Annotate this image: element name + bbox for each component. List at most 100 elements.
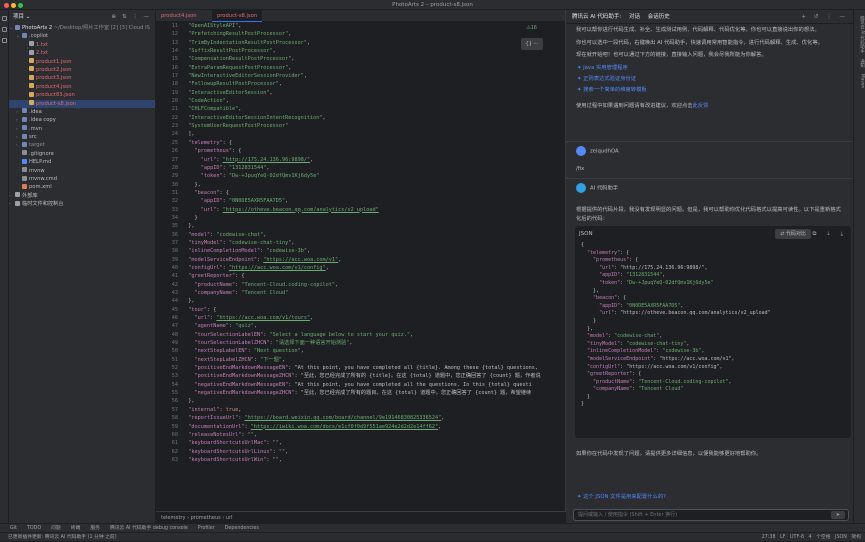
tree-item[interactable]: mvnw.cmd — [9, 175, 155, 183]
tree-item[interactable]: › .idea copy — [9, 116, 155, 124]
code-line[interactable]: "productName": "Tencent-Cloud.coding-cop… — [182, 281, 562, 289]
code-line[interactable]: "companyName": "Tencent Cloud" — [182, 289, 562, 297]
assistant-tab-chat[interactable]: 对话 — [629, 14, 640, 20]
code-line[interactable]: "PrefetchingResultPostProcessor", — [182, 30, 562, 38]
code-line[interactable]: "CompensationResultPostProcessor", — [182, 55, 562, 63]
code-line[interactable]: }, — [182, 181, 562, 189]
code-line[interactable]: "url": "https://otheve.beacon.qq.com/ana… — [182, 206, 562, 214]
tree-item[interactable]: product1.json — [9, 58, 155, 66]
tree-item[interactable]: product2.json — [9, 66, 155, 74]
tab-product4-json[interactable]: product4.json — [156, 10, 202, 22]
code-area[interactable]: "OpenAIStyleAPI", "PrefetchingResultPost… — [182, 22, 562, 511]
indent-setting[interactable]: 4 个空格 — [809, 535, 831, 540]
tree-item[interactable]: HELP.md — [9, 158, 155, 166]
right-tool-notifications[interactable]: 通知 — [855, 59, 865, 68]
code-line[interactable]: ], — [182, 130, 562, 138]
code-line[interactable]: "reportIssueUrl": "https://board.weixin.… — [182, 414, 562, 422]
chat-input[interactable]: 提问或输入 / 使用指令 (Shift + Enter 换行) ➤ — [573, 509, 849, 521]
code-line[interactable]: }, — [182, 397, 562, 405]
code-line[interactable]: "tinyModel": "codewise-chat-tiny", — [182, 239, 562, 247]
code-line[interactable]: "beacon": { — [182, 189, 562, 197]
close-window-icon[interactable] — [4, 3, 9, 8]
project-root[interactable]: ⌄ PhotoArts 2 ~/Desktop/照片工作室 [2] [3] Clo… — [9, 24, 155, 32]
code-line[interactable]: "prometheus": { — [182, 147, 562, 155]
code-line[interactable]: "positiveEndMarkdownMessageZHCN": "至此，您已… — [182, 372, 562, 380]
code-line[interactable]: "InteractiveEditorSession", — [182, 89, 562, 97]
code-line[interactable]: "tour": { — [182, 306, 562, 314]
code-line[interactable]: "FollowupResultPostProcessor", — [182, 80, 562, 88]
code-line[interactable]: "token": "Dw-+JpuqYeQ-02dfQmv1Kj6dy5e" — [182, 172, 562, 180]
code-line[interactable]: "tourSelectionLabelEN": "Select a langua… — [182, 331, 562, 339]
assistant-header-tools[interactable]: + ↺ ⋮ — — [802, 10, 848, 24]
code-line[interactable]: "url": "http://175.24.136.96:9898/", — [182, 156, 562, 164]
code-line[interactable]: "telemetry": { — [182, 139, 562, 147]
zoom-window-icon[interactable] — [18, 3, 23, 8]
code-line[interactable]: "SuffixResultPostProcessor", — [182, 47, 562, 55]
cursor-position[interactable]: 27:38 — [762, 535, 776, 540]
code-line[interactable]: "CHLFCompatible", — [182, 105, 562, 113]
project-panel-title[interactable]: 项目 — [13, 14, 24, 20]
code-line[interactable]: } — [182, 214, 562, 222]
code-line[interactable]: "keyboardShortcutsUrlLinux": "", — [182, 448, 562, 456]
tree-item[interactable]: › .idea — [9, 108, 155, 116]
tree-item[interactable]: product3.json — [9, 74, 155, 82]
code-line[interactable]: "nextStepLabelZHCN": "下一题", — [182, 356, 562, 364]
tree-item[interactable]: mvnw — [9, 167, 155, 175]
code-line[interactable]: "positiveEndMarkdownMessageEN": "At this… — [182, 364, 562, 372]
code-line[interactable]: "keyboardShortcutsUrlMac": "", — [182, 439, 562, 447]
suggestion-link[interactable]: ✦ 搜索一个简单的维度转模板 — [566, 85, 853, 96]
tree-item[interactable]: › src — [9, 133, 155, 141]
tree-item[interactable]: 2.txt — [9, 49, 155, 57]
followup-question[interactable]: ✦ 这个 JSON 文件是用来配置什么的? — [566, 492, 677, 503]
tree-item[interactable]: product4.json — [9, 83, 155, 91]
tab-product-s8-json[interactable]: product-s8.json — [212, 10, 263, 22]
code-line[interactable]: "OpenAIStyleAPI", — [182, 22, 562, 30]
code-line[interactable]: }, — [182, 222, 562, 230]
code-line[interactable]: "SystemUserRequestPostProcessor" — [182, 122, 562, 130]
code-line[interactable]: "TrimByIndentationResultPostProcessor", — [182, 39, 562, 47]
assistant-tab-history[interactable]: 会话历史 — [648, 14, 670, 20]
code-line[interactable]: "configUrl": "https://acc.woa.com/v1/con… — [182, 264, 562, 272]
feedback-link[interactable]: 此反馈 — [693, 103, 709, 109]
code-line[interactable]: }, — [182, 297, 562, 305]
code-line[interactable]: "InteractiveEditorSessionIntentRecogniti… — [182, 114, 562, 122]
code-line[interactable]: "documentationUrl": "https://iwiki.woa.c… — [182, 423, 562, 431]
tree-item[interactable]: 1.txt — [9, 41, 155, 49]
tree-item[interactable]: ⌄ .copilot — [9, 32, 155, 40]
commit-tool-icon[interactable] — [1, 27, 7, 32]
tree-item[interactable]: product-s8.json — [9, 99, 155, 108]
json-schema[interactable]: JSON 架构 — [835, 535, 861, 540]
line-separator[interactable]: LF — [780, 535, 785, 540]
file-encoding[interactable]: UTF-8 — [790, 535, 804, 540]
code-line[interactable]: "keyboardShortcutsUrlWin": "", — [182, 456, 562, 464]
suggestion-link[interactable]: ✦ 正则表达式验证身份证 — [566, 74, 853, 85]
code-line[interactable]: "negativeEndMarkdownMessageEN": "At this… — [182, 381, 562, 389]
tree-item[interactable]: pom.xml — [9, 183, 155, 191]
tree-item[interactable]: product83.json — [9, 91, 155, 99]
tree-item[interactable]: › .mvn — [9, 125, 155, 133]
tree-item[interactable]: › target — [9, 141, 155, 149]
minimize-window-icon[interactable] — [11, 3, 16, 8]
code-line[interactable]: "agentName": "quiz", — [182, 322, 562, 330]
status-message[interactable]: 已更新插件更新: 腾讯云 AI 代码助手 (1 分钟 之前) — [8, 535, 117, 540]
project-panel-tools[interactable]: ⊕ ⇅ ⋮ — — [112, 10, 151, 24]
right-tool-maven[interactable]: Maven — [855, 74, 865, 88]
code-line[interactable]: "appID": "0N0DE5AXR5FAA7D5", — [182, 197, 562, 205]
breadcrumb-prometheus[interactable]: prometheus — [191, 515, 221, 521]
tree-item[interactable]: › 外部库 — [9, 192, 155, 200]
send-button[interactable]: ➤ — [831, 511, 845, 519]
breadcrumb-telemetry[interactable]: telemetry — [161, 515, 185, 521]
tree-item[interactable]: .gitignore — [9, 150, 155, 158]
code-line[interactable]: "negativeEndMarkdownMessageZHCN": "至此，您已… — [182, 389, 562, 397]
code-line[interactable]: "url": "https://acc.woa.com/v1/tours", — [182, 314, 562, 322]
code-line[interactable]: "releaseNotesUrl": "", — [182, 431, 562, 439]
right-tool-ai-assistant[interactable]: 腾讯云 AI 代码助手 — [855, 16, 865, 53]
structure-tool-icon[interactable] — [1, 38, 7, 43]
code-line[interactable]: "appID": "1312831544", — [182, 164, 562, 172]
code-compare-button[interactable]: ⇄ 代码对比 — [775, 229, 811, 239]
code-line[interactable]: "nextStepLabelEN": "Next question", — [182, 347, 562, 355]
breadcrumb-url[interactable]: url — [226, 515, 233, 521]
code-line[interactable]: "inlineCompletionModel": "codewise-3b", — [182, 247, 562, 255]
code-line[interactable]: "model": "codewise-chat", — [182, 231, 562, 239]
code-line[interactable]: "greetReporter": { — [182, 272, 562, 280]
